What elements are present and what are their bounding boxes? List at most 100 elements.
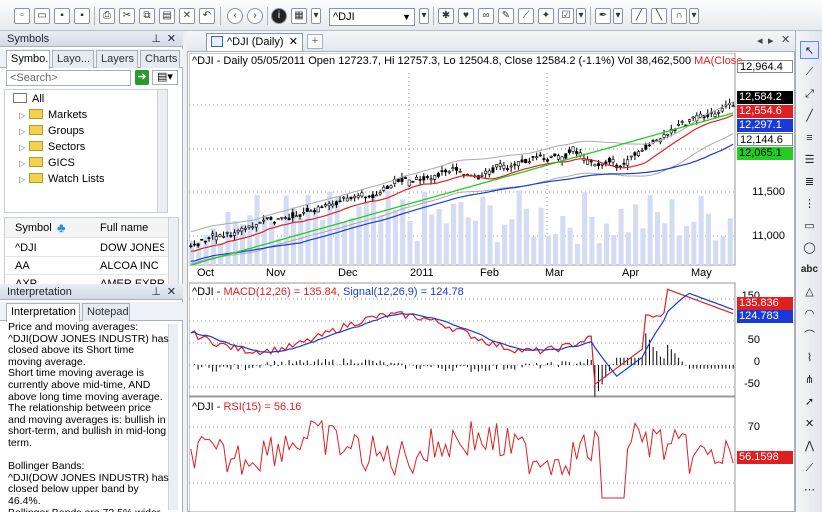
expand-icon[interactable]: ▷ bbox=[19, 124, 29, 140]
tab-interpretation[interactable]: Interpretation bbox=[6, 303, 80, 322]
x-tick-label: Oct bbox=[197, 267, 215, 279]
vertical-line-icon[interactable]: ⋮ bbox=[800, 195, 819, 213]
line-tool-icon[interactable]: ╲ bbox=[651, 8, 667, 24]
table-row[interactable]: AA ALCOA INC bbox=[5, 257, 171, 275]
calendar-dropdown-icon[interactable]: ▾ bbox=[311, 8, 321, 24]
chart-edit-icon[interactable]: ⟋ bbox=[518, 8, 534, 24]
new-tab-icon[interactable]: + bbox=[307, 34, 323, 49]
column-header-fullname[interactable]: Full name bbox=[100, 218, 164, 237]
text-tool-icon[interactable]: abc bbox=[800, 261, 819, 279]
arc-tool-icon[interactable]: ◠ bbox=[800, 305, 819, 323]
pitchfork-tool-icon[interactable]: ⋔ bbox=[800, 371, 819, 389]
arrow-tool-icon[interactable]: ➚ bbox=[800, 393, 819, 411]
close-icon[interactable]: ✕ bbox=[167, 31, 176, 47]
tree-item-all[interactable]: All bbox=[13, 91, 44, 107]
search-go-icon[interactable]: ➔ bbox=[135, 70, 149, 85]
ray-tool-icon[interactable]: ⤢ bbox=[800, 85, 819, 103]
symbol-combobox[interactable]: ^DJI ▼ bbox=[329, 8, 415, 26]
calendar-icon[interactable]: ▦ bbox=[291, 8, 307, 24]
tab-scroll-left-icon[interactable]: ◂ bbox=[757, 34, 763, 47]
pin-icon[interactable]: ⊥ bbox=[151, 284, 161, 300]
binoculars-icon[interactable]: ∞ bbox=[478, 8, 494, 24]
copy-icon[interactable]: ⧉ bbox=[139, 8, 155, 24]
tab-layouts[interactable]: Layo... bbox=[52, 50, 94, 68]
save-icon[interactable]: ▪ bbox=[54, 8, 70, 24]
sort-icon[interactable]: ♣ bbox=[57, 218, 66, 237]
regression-tool-icon[interactable]: ⟋ bbox=[800, 459, 819, 477]
tree-item-sectors[interactable]: ▷ Sectors bbox=[19, 139, 85, 155]
new-file-icon[interactable]: ▫ bbox=[14, 8, 30, 24]
table-row[interactable]: ^DJI DOW JONES I... bbox=[5, 239, 171, 257]
gann-tool-icon[interactable]: ✕ bbox=[800, 415, 819, 433]
grid-scrollbar[interactable] bbox=[168, 218, 178, 288]
tab-layers[interactable]: Layers bbox=[96, 50, 138, 68]
formula-icon[interactable]: ✎ bbox=[498, 8, 514, 24]
list-options-icon[interactable]: ▤▾ bbox=[152, 70, 178, 85]
candle-body bbox=[374, 194, 378, 197]
wizard-icon[interactable]: ✦ bbox=[538, 8, 554, 24]
extended-line-icon[interactable]: ╱ bbox=[800, 107, 819, 125]
magnet-dropdown-icon[interactable]: ▾ bbox=[689, 8, 699, 24]
ellipse-tool-icon[interactable]: ◯ bbox=[800, 239, 819, 257]
tree-item-gics[interactable]: ▷ GICS bbox=[19, 155, 75, 171]
fan-tool-icon[interactable]: ≣ bbox=[800, 173, 819, 191]
tab-symbols[interactable]: Symbo... bbox=[6, 50, 50, 69]
forward-icon[interactable]: › bbox=[247, 8, 263, 24]
expand-icon[interactable]: ▷ bbox=[19, 108, 29, 124]
favorites-icon[interactable]: ♥ bbox=[458, 8, 474, 24]
tab-charts[interactable]: Charts bbox=[140, 50, 180, 68]
back-icon[interactable]: ‹ bbox=[227, 8, 243, 24]
expand-icon[interactable]: ▷ bbox=[19, 156, 29, 172]
check-dropdown-icon[interactable]: ▾ bbox=[576, 8, 586, 24]
candle-body bbox=[309, 210, 313, 213]
magnet-icon[interactable]: ∩ bbox=[671, 8, 687, 24]
print-icon[interactable]: ⎙ bbox=[99, 8, 115, 24]
rsi-label: RSI(15) = 56.16 bbox=[223, 401, 302, 413]
save-all-icon[interactable]: ▪ bbox=[74, 8, 90, 24]
tree-item-markets[interactable]: ▷ Markets bbox=[19, 107, 87, 123]
tree-item-groups[interactable]: ▷ Groups bbox=[19, 123, 84, 139]
combo-options-icon[interactable]: ▾ bbox=[419, 8, 429, 24]
close-tab-icon[interactable]: ✕ bbox=[289, 34, 298, 50]
trendline-tool-icon[interactable]: ⟋ bbox=[800, 63, 819, 81]
pencil-icon[interactable]: ╱ bbox=[631, 8, 647, 24]
open-folder-icon[interactable]: ▭ bbox=[34, 8, 50, 24]
zigzag-tool-icon[interactable]: ⋀ bbox=[800, 437, 819, 455]
pen-color-icon[interactable]: ✒ bbox=[595, 8, 611, 24]
pin-icon[interactable]: ⊥ bbox=[151, 31, 161, 47]
expand-icon[interactable]: ▷ bbox=[19, 140, 29, 156]
undo-icon[interactable]: ↶ bbox=[199, 8, 215, 24]
channel-tool-icon[interactable]: ≡ bbox=[800, 129, 819, 147]
chart-document-tab[interactable]: ^DJI (Daily) ✕ bbox=[206, 33, 303, 51]
tab-notepad[interactable]: Notepad bbox=[82, 303, 130, 321]
cut-icon[interactable]: ✂ bbox=[119, 8, 135, 24]
close-icon[interactable]: ✕ bbox=[167, 284, 176, 300]
info-icon[interactable]: i bbox=[271, 8, 287, 24]
rectangle-tool-icon[interactable]: ▭ bbox=[800, 217, 819, 235]
more-tools-icon[interactable]: ⋯ bbox=[800, 481, 819, 499]
folder-icon bbox=[29, 141, 43, 151]
pen-dropdown-icon[interactable]: ▾ bbox=[613, 8, 623, 24]
delete-icon[interactable]: ✕ bbox=[179, 8, 195, 24]
symbol-search-input[interactable]: <Search> bbox=[6, 70, 131, 86]
tree-item-watch-lists[interactable]: ▷ Watch Lists bbox=[19, 171, 104, 187]
speed-lines-icon[interactable]: ⌇ bbox=[800, 349, 819, 367]
tree-label: Markets bbox=[48, 109, 88, 121]
paste-icon[interactable]: ▤ bbox=[159, 8, 175, 24]
fibonacci-tool-icon[interactable]: ☰ bbox=[800, 151, 819, 169]
tab-scroll-right-icon[interactable]: ▸ bbox=[768, 34, 774, 47]
tree-scrollbar[interactable] bbox=[157, 90, 167, 212]
close-window-icon[interactable]: ✕ bbox=[781, 33, 790, 46]
expand-icon[interactable]: ▷ bbox=[19, 172, 29, 188]
chart-canvas[interactable] bbox=[189, 53, 793, 512]
chevron-down-icon[interactable]: ▼ bbox=[402, 9, 411, 25]
pointer-tool-icon[interactable]: ↖ bbox=[800, 41, 819, 59]
candle-body bbox=[367, 195, 371, 198]
candle-body bbox=[436, 173, 440, 177]
folder-icon bbox=[29, 173, 43, 183]
candle-body bbox=[524, 158, 528, 164]
cycle-tool-icon[interactable]: ⌒ bbox=[800, 327, 819, 345]
settings-icon[interactable]: ✱ bbox=[438, 8, 454, 24]
triangle-tool-icon[interactable]: △ bbox=[800, 283, 819, 301]
checkbox-icon[interactable]: ☑ bbox=[558, 8, 574, 24]
